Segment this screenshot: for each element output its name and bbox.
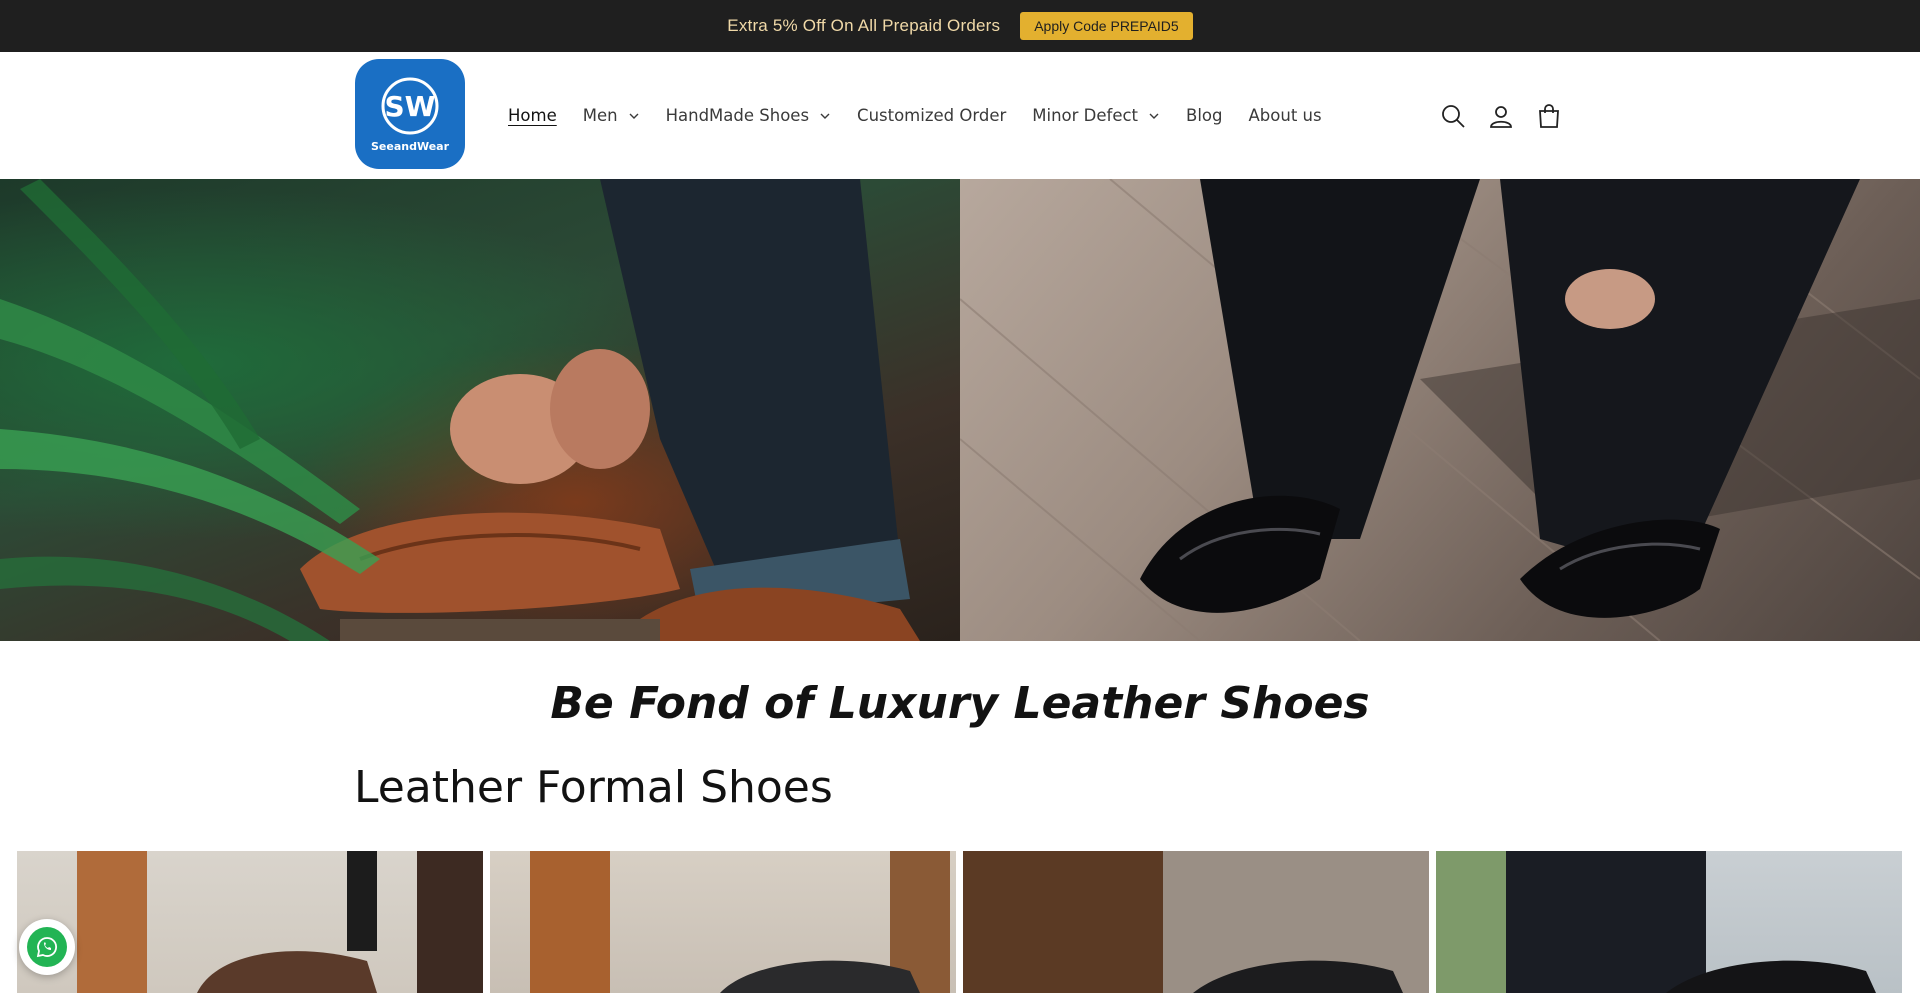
nav-item-men[interactable]: Men — [583, 106, 640, 125]
account-icon[interactable] — [1488, 103, 1514, 129]
collection-title: Leather Formal Shoes — [354, 762, 833, 813]
hero-image-brown-brogues[interactable] — [0, 179, 960, 641]
hero-illustration-left — [0, 179, 920, 641]
hero-headline: Be Fond of Luxury Leather Shoes — [550, 678, 1370, 729]
product-card[interactable] — [490, 851, 956, 993]
cart-icon[interactable] — [1536, 103, 1562, 129]
announcement-text: Extra 5% Off On All Prepaid Orders — [727, 16, 1001, 35]
whatsapp-button[interactable] — [19, 919, 75, 975]
nav-item-label: Blog — [1186, 106, 1223, 125]
product-image — [530, 851, 950, 993]
nav-item-label: Minor Defect — [1032, 106, 1139, 125]
header-actions — [1440, 52, 1562, 179]
nav-item-label: Home — [508, 106, 557, 125]
product-grid — [17, 851, 1903, 993]
nav-item-blog[interactable]: Blog — [1186, 106, 1222, 125]
svg-text:SW: SW — [384, 90, 435, 123]
logo-mark-icon: SW — [381, 77, 439, 134]
product-card[interactable] — [17, 851, 483, 993]
nav-item-label: Men — [582, 106, 618, 125]
hero-image-black-oxfords[interactable] — [960, 179, 1920, 641]
chevron-down-icon — [1149, 113, 1159, 119]
apply-code-button[interactable]: Apply Code PREPAID5 — [1020, 12, 1193, 40]
hero-banner — [0, 179, 1920, 641]
hero-illustration-right — [960, 179, 1920, 641]
product-image — [77, 851, 483, 993]
nav-item-label: Customized Order — [857, 106, 1007, 125]
nav-item-label: HandMade Shoes — [665, 106, 810, 125]
logo-text: SeeandWear — [370, 139, 450, 153]
nav-item-minor-defect[interactable]: Minor Defect — [1032, 106, 1160, 125]
product-image — [963, 851, 1429, 993]
chevron-down-icon — [629, 113, 639, 119]
nav-item-home[interactable]: Home — [508, 106, 557, 125]
nav-item-handmade-shoes[interactable]: HandMade Shoes — [666, 106, 831, 125]
product-card[interactable] — [1436, 851, 1902, 993]
nav-item-label: About us — [1248, 106, 1322, 125]
announcement-bar: Extra 5% Off On All Prepaid Orders Apply… — [0, 0, 1920, 52]
logo[interactable]: SW SeeandWear — [355, 59, 465, 169]
site-header: SW SeeandWear Home Men HandMade Shoes Cu… — [0, 52, 1920, 179]
whatsapp-icon — [27, 927, 67, 967]
search-icon[interactable] — [1440, 103, 1466, 129]
chevron-down-icon — [820, 113, 830, 119]
product-image — [1436, 851, 1876, 993]
main-nav: Home Men HandMade Shoes Customized Order… — [508, 52, 1348, 179]
nav-item-customized-order[interactable]: Customized Order — [857, 106, 1006, 125]
product-card[interactable] — [963, 851, 1429, 993]
nav-item-about-us[interactable]: About us — [1249, 106, 1322, 125]
